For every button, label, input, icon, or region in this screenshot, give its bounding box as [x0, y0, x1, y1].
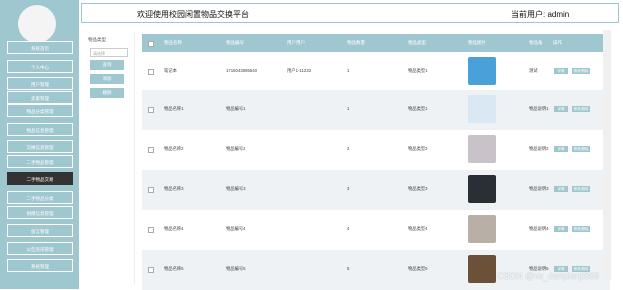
row-checkbox[interactable] — [148, 187, 154, 193]
cell-type: 物品类型2 — [408, 146, 428, 151]
detail-button[interactable]: 详情 — [554, 186, 568, 192]
sidebar-item-2[interactable]: 个人中心 — [7, 60, 73, 73]
item-image — [468, 255, 496, 283]
delete-button[interactable]: 删除 — [90, 88, 124, 98]
cell-qty: 1 — [347, 106, 350, 111]
filter-panel: 物品类型 请选择 查询 添加 删除 — [85, 32, 135, 284]
table-row: 物品名称1 物品编号1 1 物品类型1 物品说明1 详情 修改/删除 — [142, 90, 610, 130]
edit-delete-button[interactable]: 修改/删除 — [572, 226, 590, 232]
col-image: 物品图片 — [468, 40, 486, 45]
cell-code: 物品编号5 — [226, 266, 246, 271]
table-header: 物品名称 物品编号 用户用户 物品数量 物品类型 物品图片 物品备 操作 — [142, 34, 610, 52]
table-row: 物品名称3 物品编号3 3 物品类型3 物品说明3 详情 修改/删除 — [142, 170, 610, 210]
cell-type: 物品类型4 — [408, 226, 428, 231]
sidebar-item-6[interactable]: 物品信息管理 — [7, 123, 73, 136]
cell-remark: 物品说明2 — [529, 146, 549, 151]
sidebar-item-4[interactable]: 卖家管理 — [7, 91, 73, 104]
detail-button[interactable]: 详情 — [554, 146, 568, 152]
add-button[interactable]: 添加 — [90, 74, 124, 84]
row-checkbox[interactable] — [148, 107, 154, 113]
table-row: 物品名称4 物品编号4 4 物品类型4 物品说明4 详情 修改/删除 — [142, 210, 610, 250]
header: 欢迎使用校园闲置物品交换平台 当前用户: admin — [79, 0, 623, 26]
sidebar-item-11[interactable]: 捐赠信息管理 — [7, 206, 73, 219]
cell-qty: 2 — [347, 146, 350, 151]
sidebar-item-10[interactable]: 二手物品分类 — [7, 191, 73, 204]
cell-name: 笔记本 — [164, 68, 177, 73]
sidebar-item-5[interactable]: 物品分类管理 — [7, 104, 73, 117]
current-user-label: 当前用户: admin — [511, 10, 570, 19]
items-table: 物品名称 物品编号 用户用户 物品数量 物品类型 物品图片 物品备 操作 笔记本… — [142, 34, 610, 290]
item-image — [468, 95, 496, 123]
sidebar-item-13[interactable]: 公告资讯管理 — [7, 242, 73, 255]
row-checkbox[interactable] — [148, 227, 154, 233]
cell-remark: 物品说明3 — [529, 186, 549, 191]
edit-delete-button[interactable]: 修改/删除 — [572, 106, 590, 112]
col-user: 用户用户 — [287, 40, 305, 45]
cell-name: 物品名称3 — [164, 186, 184, 191]
cell-code: 物品编号3 — [226, 186, 246, 191]
col-remark: 物品备 — [529, 40, 543, 45]
item-image — [468, 175, 496, 203]
table-row: 物品名称5 物品编号5 5 物品类型5 物品说明5 详情 修改/删除 — [142, 250, 610, 290]
cell-code: 1716043086540 — [226, 68, 258, 73]
cell-name: 物品名称2 — [164, 146, 184, 151]
cell-qty: 5 — [347, 266, 350, 271]
edit-delete-button[interactable]: 修改/删除 — [572, 146, 590, 152]
row-checkbox[interactable] — [148, 147, 154, 153]
cell-type: 物品类型5 — [408, 266, 428, 271]
cell-type: 物品类型1 — [408, 68, 428, 73]
col-code: 物品编号 — [226, 40, 244, 45]
detail-button[interactable]: 详情 — [554, 106, 568, 112]
item-image — [468, 135, 496, 163]
search-button[interactable]: 查询 — [90, 60, 124, 70]
col-name: 物品名称 — [164, 40, 182, 45]
cell-code: 物品编号4 — [226, 226, 246, 231]
scrollbar[interactable] — [603, 30, 611, 280]
cell-user: 用户1-11233 — [287, 68, 312, 73]
cell-qty: 4 — [347, 226, 350, 231]
table-row: 笔记本 1716043086540 用户1-11233 1 物品类型1 测试 详情 修改/删除 — [142, 52, 610, 92]
cell-type: 物品类型1 — [408, 106, 428, 111]
cell-type: 物品类型3 — [408, 186, 428, 191]
sidebar-item-9[interactable]: 二手物品交易 — [7, 172, 73, 185]
cell-remark: 物品说明1 — [529, 106, 549, 111]
detail-button[interactable]: 详情 — [554, 226, 568, 232]
cell-qty: 3 — [347, 186, 350, 191]
cell-name: 物品名称4 — [164, 226, 184, 231]
col-type: 物品类型 — [408, 40, 426, 45]
table-row: 物品名称2 物品编号2 2 物品类型2 物品说明2 详情 修改/删除 — [142, 130, 610, 170]
sidebar-item-7[interactable]: 交换信息管理 — [7, 140, 73, 153]
cell-qty: 1 — [347, 68, 350, 73]
cell-name: 物品名称1 — [164, 106, 184, 111]
sidebar-item-8[interactable]: 二手物品管理 — [7, 155, 73, 168]
sidebar-item-14[interactable]: 系统管理 — [7, 259, 73, 272]
select-all-checkbox[interactable] — [148, 41, 154, 47]
cell-code: 物品编号2 — [226, 146, 246, 151]
edit-delete-button[interactable]: 修改/删除 — [572, 68, 590, 74]
detail-button[interactable]: 详情 — [554, 68, 568, 74]
cell-remark: 测试 — [529, 68, 538, 73]
filter-title: 物品类型 — [88, 37, 106, 42]
item-image — [468, 215, 496, 243]
col-qty: 物品数量 — [347, 40, 365, 45]
cell-name: 物品名称5 — [164, 266, 184, 271]
sidebar-item-1[interactable]: 系统首页 — [7, 41, 73, 54]
cell-remark: 物品说明4 — [529, 226, 549, 231]
sidebar-item-12[interactable]: 留言管理 — [7, 224, 73, 237]
cell-code: 物品编号1 — [226, 106, 246, 111]
item-image — [468, 57, 496, 85]
col-actions: 操作 — [553, 40, 562, 45]
watermark: CSDN @vx_danpianji889 — [497, 271, 600, 281]
page-title: 欢迎使用校园闲置物品交换平台 — [137, 10, 249, 19]
item-type-select[interactable]: 请选择 — [90, 48, 128, 57]
avatar — [18, 5, 56, 43]
row-checkbox[interactable] — [148, 267, 154, 273]
edit-delete-button[interactable]: 修改/删除 — [572, 186, 590, 192]
row-checkbox[interactable] — [148, 69, 154, 75]
sidebar-item-3[interactable]: 用户管理 — [7, 77, 73, 90]
